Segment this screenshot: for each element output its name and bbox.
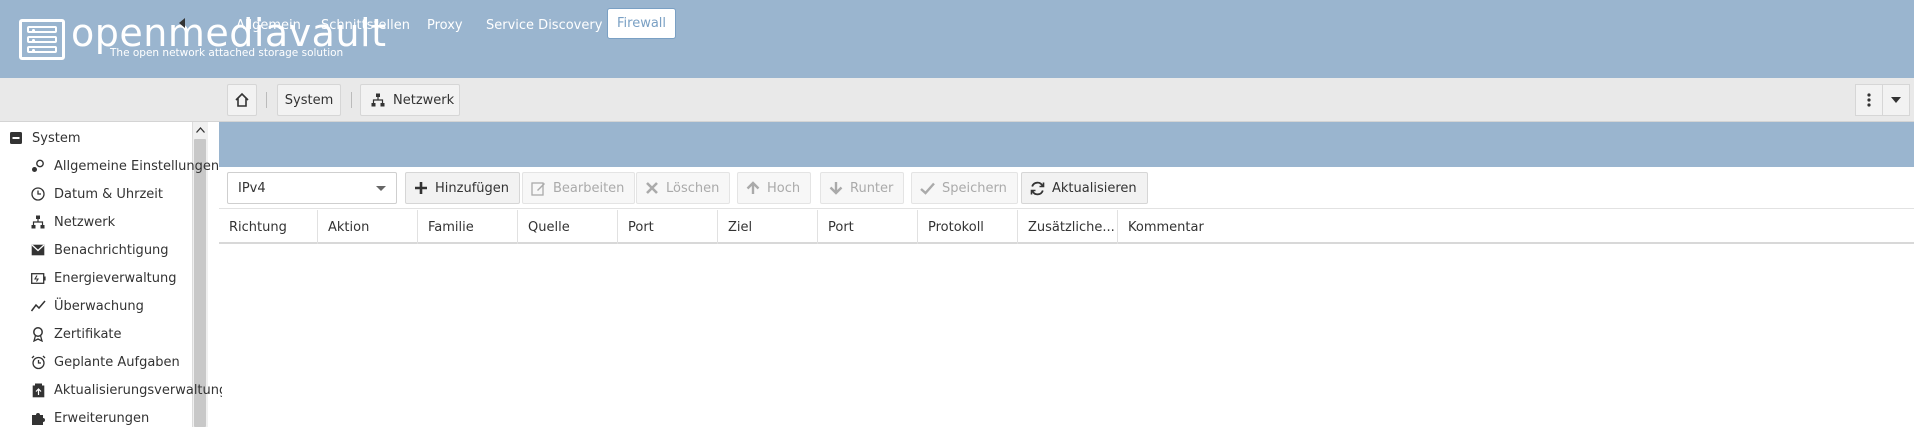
edit-button[interactable]: Bearbeiten (522, 172, 636, 204)
kebab-icon (1867, 93, 1871, 107)
move-down-button[interactable]: Runter (820, 172, 905, 204)
column-header-source-port[interactable]: Port (618, 210, 718, 244)
collapse-sidebar-icon[interactable] (175, 14, 189, 30)
tab-firewall[interactable]: Firewall (607, 8, 677, 39)
column-header-destination[interactable]: Ziel (718, 210, 818, 244)
puzzle-icon (30, 410, 46, 426)
update-icon (30, 382, 46, 398)
chart-line-icon (30, 298, 46, 314)
check-icon (920, 182, 935, 195)
column-header-family[interactable]: Familie (418, 210, 518, 244)
sidebar-item-label: Benachrichtigung (54, 242, 169, 258)
sidebar-item-notification[interactable]: Benachrichtigung (30, 236, 222, 264)
server-logo-icon (19, 19, 65, 60)
network-icon (371, 93, 385, 107)
clock-icon (30, 186, 46, 202)
sidebar-item-label: Geplante Aufgaben (54, 354, 180, 370)
arrow-down-icon (829, 182, 843, 195)
tab-bar (219, 122, 1914, 167)
breadcrumb-network-label: Netzwerk (393, 92, 455, 108)
delete-button[interactable]: Löschen (636, 172, 731, 204)
column-header-extra[interactable]: Zusätzliche... (1018, 210, 1118, 244)
close-icon (646, 182, 658, 194)
tab-service-discovery[interactable]: Service Discovery (477, 11, 611, 39)
brand-tagline: The open network attached storage soluti… (110, 47, 344, 59)
add-button[interactable]: Hinzufügen (405, 172, 520, 204)
envelope-icon (30, 242, 46, 258)
sidebar-item-label: Überwachung (54, 298, 144, 314)
home-icon (235, 92, 249, 107)
column-header-destination-port[interactable]: Port (818, 210, 918, 244)
sidebar-item-general-settings[interactable]: Allgemeine Einstellungen (30, 152, 222, 180)
edit-icon (531, 181, 545, 196)
user-gear-icon (30, 158, 46, 174)
column-header-protocol[interactable]: Protokoll (918, 210, 1018, 244)
column-header-direction[interactable]: Richtung (219, 210, 318, 244)
save-button[interactable]: Speichern (911, 172, 1018, 204)
chevron-down-icon (376, 186, 386, 191)
refresh-button[interactable]: Aktualisieren (1021, 172, 1148, 204)
battery-icon (30, 270, 46, 286)
arrow-up-icon (746, 181, 760, 194)
caret-down-icon (1891, 97, 1901, 103)
sidebar-item-date-time[interactable]: Datum & Uhrzeit (30, 180, 222, 208)
certificate-icon (30, 326, 46, 342)
column-header-source[interactable]: Quelle (518, 210, 618, 244)
alarm-clock-icon (30, 354, 46, 370)
network-icon (30, 214, 46, 230)
sidebar-item-power-management[interactable]: Energieverwaltung (30, 264, 222, 292)
sidebar-item-label: Netzwerk (54, 214, 116, 230)
sidebar-item-monitoring[interactable]: Überwachung (30, 292, 222, 320)
sidebar-item-certificates[interactable]: Zertifikate (30, 320, 222, 348)
breadcrumb-network[interactable]: Netzwerk (360, 84, 460, 116)
collapse-minus-icon (8, 130, 24, 146)
sidebar-item-network[interactable]: Netzwerk (30, 208, 222, 236)
plus-icon (415, 182, 427, 194)
user-dropdown-button[interactable] (1882, 84, 1910, 116)
column-header-comment[interactable]: Kommentar (1118, 210, 1318, 244)
refresh-icon (1030, 181, 1045, 195)
move-up-button[interactable]: Hoch (737, 172, 812, 204)
ip-family-select[interactable]: IPv4 (227, 172, 397, 204)
sidebar-item-update-management[interactable]: Aktualisierungsverwaltung (30, 376, 222, 404)
breadcrumb-separator (266, 92, 267, 108)
breadcrumb-separator (351, 92, 352, 108)
sidebar-item-scheduled-tasks[interactable]: Geplante Aufgaben (30, 348, 222, 376)
tab-interfaces[interactable]: Schnittstellen (312, 11, 419, 39)
tab-proxy[interactable]: Proxy (418, 11, 472, 39)
breadcrumb-home-button[interactable] (227, 84, 257, 116)
sidebar-item-label: Energieverwaltung (54, 270, 177, 286)
sidebar-item-label: Allgemeine Einstellungen (54, 158, 220, 174)
sidebar-item-label: Aktualisierungsverwaltung (54, 382, 222, 398)
sidebar-item-system[interactable]: System (8, 124, 200, 152)
ip-family-select-value: IPv4 (238, 180, 266, 196)
tab-general[interactable]: Allgemein (227, 11, 310, 39)
sidebar-item-plugins[interactable]: Erweiterungen (30, 404, 222, 427)
breadcrumb-system[interactable]: System (277, 84, 341, 116)
column-header-action[interactable]: Aktion (318, 210, 418, 244)
sidebar-item-label: Zertifikate (54, 326, 122, 342)
sidebar-item-label: Datum & Uhrzeit (54, 186, 164, 202)
sidebar-item-label: Erweiterungen (54, 410, 150, 426)
more-menu-button[interactable] (1855, 84, 1883, 116)
sidebar-item-label: System (32, 130, 81, 146)
